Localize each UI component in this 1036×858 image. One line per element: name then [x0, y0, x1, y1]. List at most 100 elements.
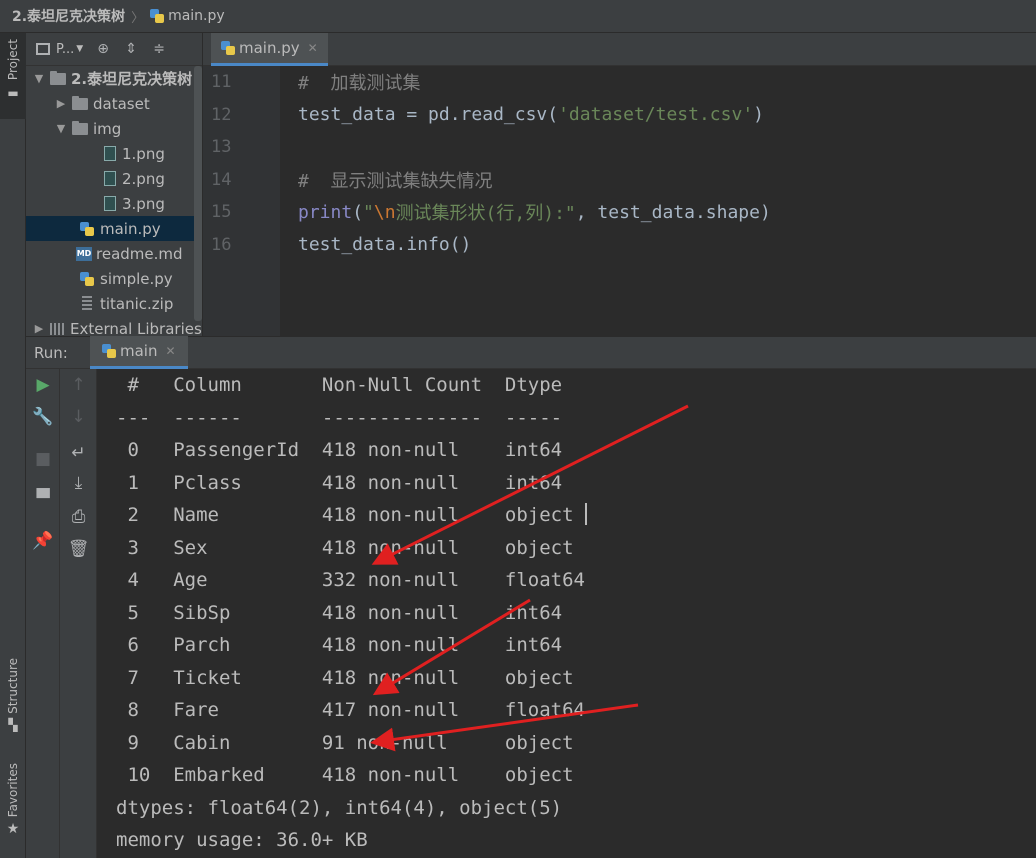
- line-number: 16: [211, 234, 232, 255]
- image-file-icon: [104, 146, 116, 161]
- chevron-down-icon[interactable]: ▼: [32, 72, 46, 85]
- tool-tab-project[interactable]: Project ▬: [0, 33, 26, 119]
- tree-item-label: 3.png: [122, 194, 165, 213]
- code-token: , test_data.shape): [575, 201, 771, 223]
- breadcrumb: 2.泰坦尼克决策树 〉 main.py: [0, 0, 1036, 33]
- code-escape: \n: [373, 201, 396, 223]
- stop-icon[interactable]: ■: [26, 449, 60, 469]
- wrench-icon[interactable]: 🔧: [26, 407, 60, 427]
- tree-item-simple-py[interactable]: simple.py: [26, 266, 202, 291]
- trash-icon[interactable]: 🗑: [60, 539, 97, 559]
- console-row: 10 Embarked 418 non-null object: [116, 764, 585, 786]
- tool-tab-structure-label: Structure: [6, 658, 20, 714]
- chevron-right-icon[interactable]: ▶: [32, 322, 46, 335]
- console-row: 0 PassengerId 418 non-null int64: [116, 439, 585, 461]
- tree-item-titanic-zip[interactable]: titanic.zip: [26, 291, 202, 316]
- tree-item-label: dataset: [93, 94, 150, 113]
- dropdown-icon: ▼: [76, 44, 84, 54]
- console-row: 7 Ticket 418 non-null object: [116, 666, 585, 689]
- project-toolbar: P... ▼ ⊕ ⇕ ≑: [26, 33, 202, 66]
- print-icon[interactable]: ⎙: [60, 507, 97, 527]
- console-row-with-caret: 2 Name 418 non-null object: [116, 499, 1036, 532]
- soft-wrap-icon[interactable]: ↵: [60, 443, 97, 463]
- library-icon: [50, 322, 64, 335]
- line-number: 13: [211, 137, 232, 158]
- star-icon: ★: [6, 821, 20, 838]
- code-token: test_data.info(): [298, 234, 472, 256]
- tree-item-1png[interactable]: 1.png: [26, 141, 202, 166]
- code-comment: # 加载测试集: [298, 73, 421, 95]
- arrow-up-icon[interactable]: ↑: [60, 375, 97, 395]
- scroll-to-end-icon[interactable]: ⤓: [60, 473, 97, 493]
- tree-item-label: readme.md: [96, 244, 183, 263]
- chevron-right-icon[interactable]: ▶: [54, 97, 68, 110]
- console-divider-row: --- ------ -------------- -----: [116, 406, 585, 429]
- tool-tab-favorites[interactable]: Favorites ★: [0, 763, 26, 837]
- markdown-file-icon: MD: [76, 246, 92, 261]
- arrow-down-icon[interactable]: ↓: [60, 407, 97, 427]
- code-line: test_data.info(): [280, 229, 1036, 262]
- close-icon[interactable]: ✕: [165, 344, 175, 358]
- structure-icon: ▚: [8, 717, 18, 732]
- layout-icon[interactable]: ▀: [26, 489, 60, 509]
- console-dtypes: dtypes: float64(2), int64(4), object(5): [116, 796, 563, 819]
- code-token: test_data = pd.read_csv(: [298, 104, 559, 126]
- tree-item-label: 1.png: [122, 144, 165, 163]
- project-view-icon: [36, 43, 50, 55]
- tree-item-img[interactable]: ▼ img: [26, 116, 202, 141]
- console-output[interactable]: # Column Non-Null Count Dtype --- ------…: [97, 369, 1036, 858]
- line-number: 15: [211, 202, 232, 223]
- tree-item-root[interactable]: ▼ 2.泰坦尼克决策树: [26, 66, 202, 91]
- breadcrumb-project[interactable]: 2.泰坦尼克决策树: [12, 6, 125, 26]
- chevron-down-icon[interactable]: ▼: [54, 122, 68, 135]
- console-row: 2 Name 418 non-null object: [116, 504, 585, 526]
- code-line: # 显示测试集缺失情况: [280, 164, 1036, 197]
- tree-item-label: simple.py: [100, 269, 173, 288]
- project-panel: P... ▼ ⊕ ⇕ ≑ ▼ 2.泰坦尼克决策树 ▶ dataset ▼ img…: [26, 33, 203, 336]
- code-line: print(" \n 测试集形状(行,列):", test_data.shape): [280, 196, 1036, 229]
- editor-tab-main-py[interactable]: main.py ✕: [211, 33, 328, 66]
- tree-item-external-libraries[interactable]: ▶ External Libraries: [26, 316, 202, 337]
- code-line: test_data = pd.read_csv('dataset/test.cs…: [280, 99, 1036, 132]
- tree-item-2png[interactable]: 2.png: [26, 166, 202, 191]
- breadcrumb-file[interactable]: main.py: [168, 8, 225, 24]
- expand-all-icon[interactable]: ⇕: [123, 41, 139, 57]
- rerun-icon[interactable]: ▶: [26, 375, 60, 395]
- console-row: 9 Cabin 91 non-null object: [116, 731, 585, 754]
- console-header-row: # Column Non-Null Count Dtype: [116, 374, 585, 396]
- console-row: 4 Age 332 non-null float64: [116, 569, 585, 591]
- console-row: 1 Pclass 418 non-null int64: [116, 471, 585, 494]
- tree-item-label: External Libraries: [70, 319, 202, 337]
- code-token: ): [753, 104, 765, 126]
- python-file-icon: [221, 41, 235, 55]
- close-icon[interactable]: ✕: [308, 41, 318, 55]
- code-string: 'dataset/test.csv': [558, 104, 754, 126]
- tree-item-3png[interactable]: 3.png: [26, 191, 202, 216]
- console-row: 8 Fare 417 non-null float64: [116, 699, 585, 721]
- tool-tab-structure[interactable]: Structure ▚: [0, 658, 26, 732]
- code-line: # 加载测试集: [280, 66, 1036, 99]
- locate-icon[interactable]: ⊕: [95, 41, 111, 57]
- project-scrollbar[interactable]: [194, 66, 202, 321]
- editor-gutter: 11 12 13 14 15 16: [203, 66, 280, 336]
- console-row: 5 SibSp 418 non-null int64: [116, 601, 585, 624]
- pin-icon[interactable]: 📌: [26, 531, 60, 551]
- tool-tab-favorites-label: Favorites: [6, 763, 20, 818]
- project-view-selector[interactable]: P... ▼: [36, 42, 83, 57]
- folder-icon: [72, 95, 88, 110]
- collapse-all-icon[interactable]: ≑: [151, 41, 167, 57]
- image-file-icon: [104, 196, 116, 211]
- code-comment: # 显示测试集缺失情况: [298, 170, 493, 192]
- tree-item-readme[interactable]: MD readme.md: [26, 241, 202, 266]
- project-view-label: P...: [56, 41, 75, 57]
- tree-item-label: img: [93, 119, 122, 138]
- code-editor[interactable]: # 加载测试集 test_data = pd.read_csv('dataset…: [280, 66, 1036, 336]
- tree-item-dataset[interactable]: ▶ dataset: [26, 91, 202, 116]
- breadcrumb-separator: 〉: [131, 10, 145, 26]
- tree-item-label: 2.png: [122, 169, 165, 188]
- code-token: (: [352, 201, 364, 223]
- tree-item-main-py[interactable]: main.py: [26, 216, 202, 241]
- run-tab-main[interactable]: main ✕: [90, 336, 188, 369]
- folder-icon: [72, 120, 88, 135]
